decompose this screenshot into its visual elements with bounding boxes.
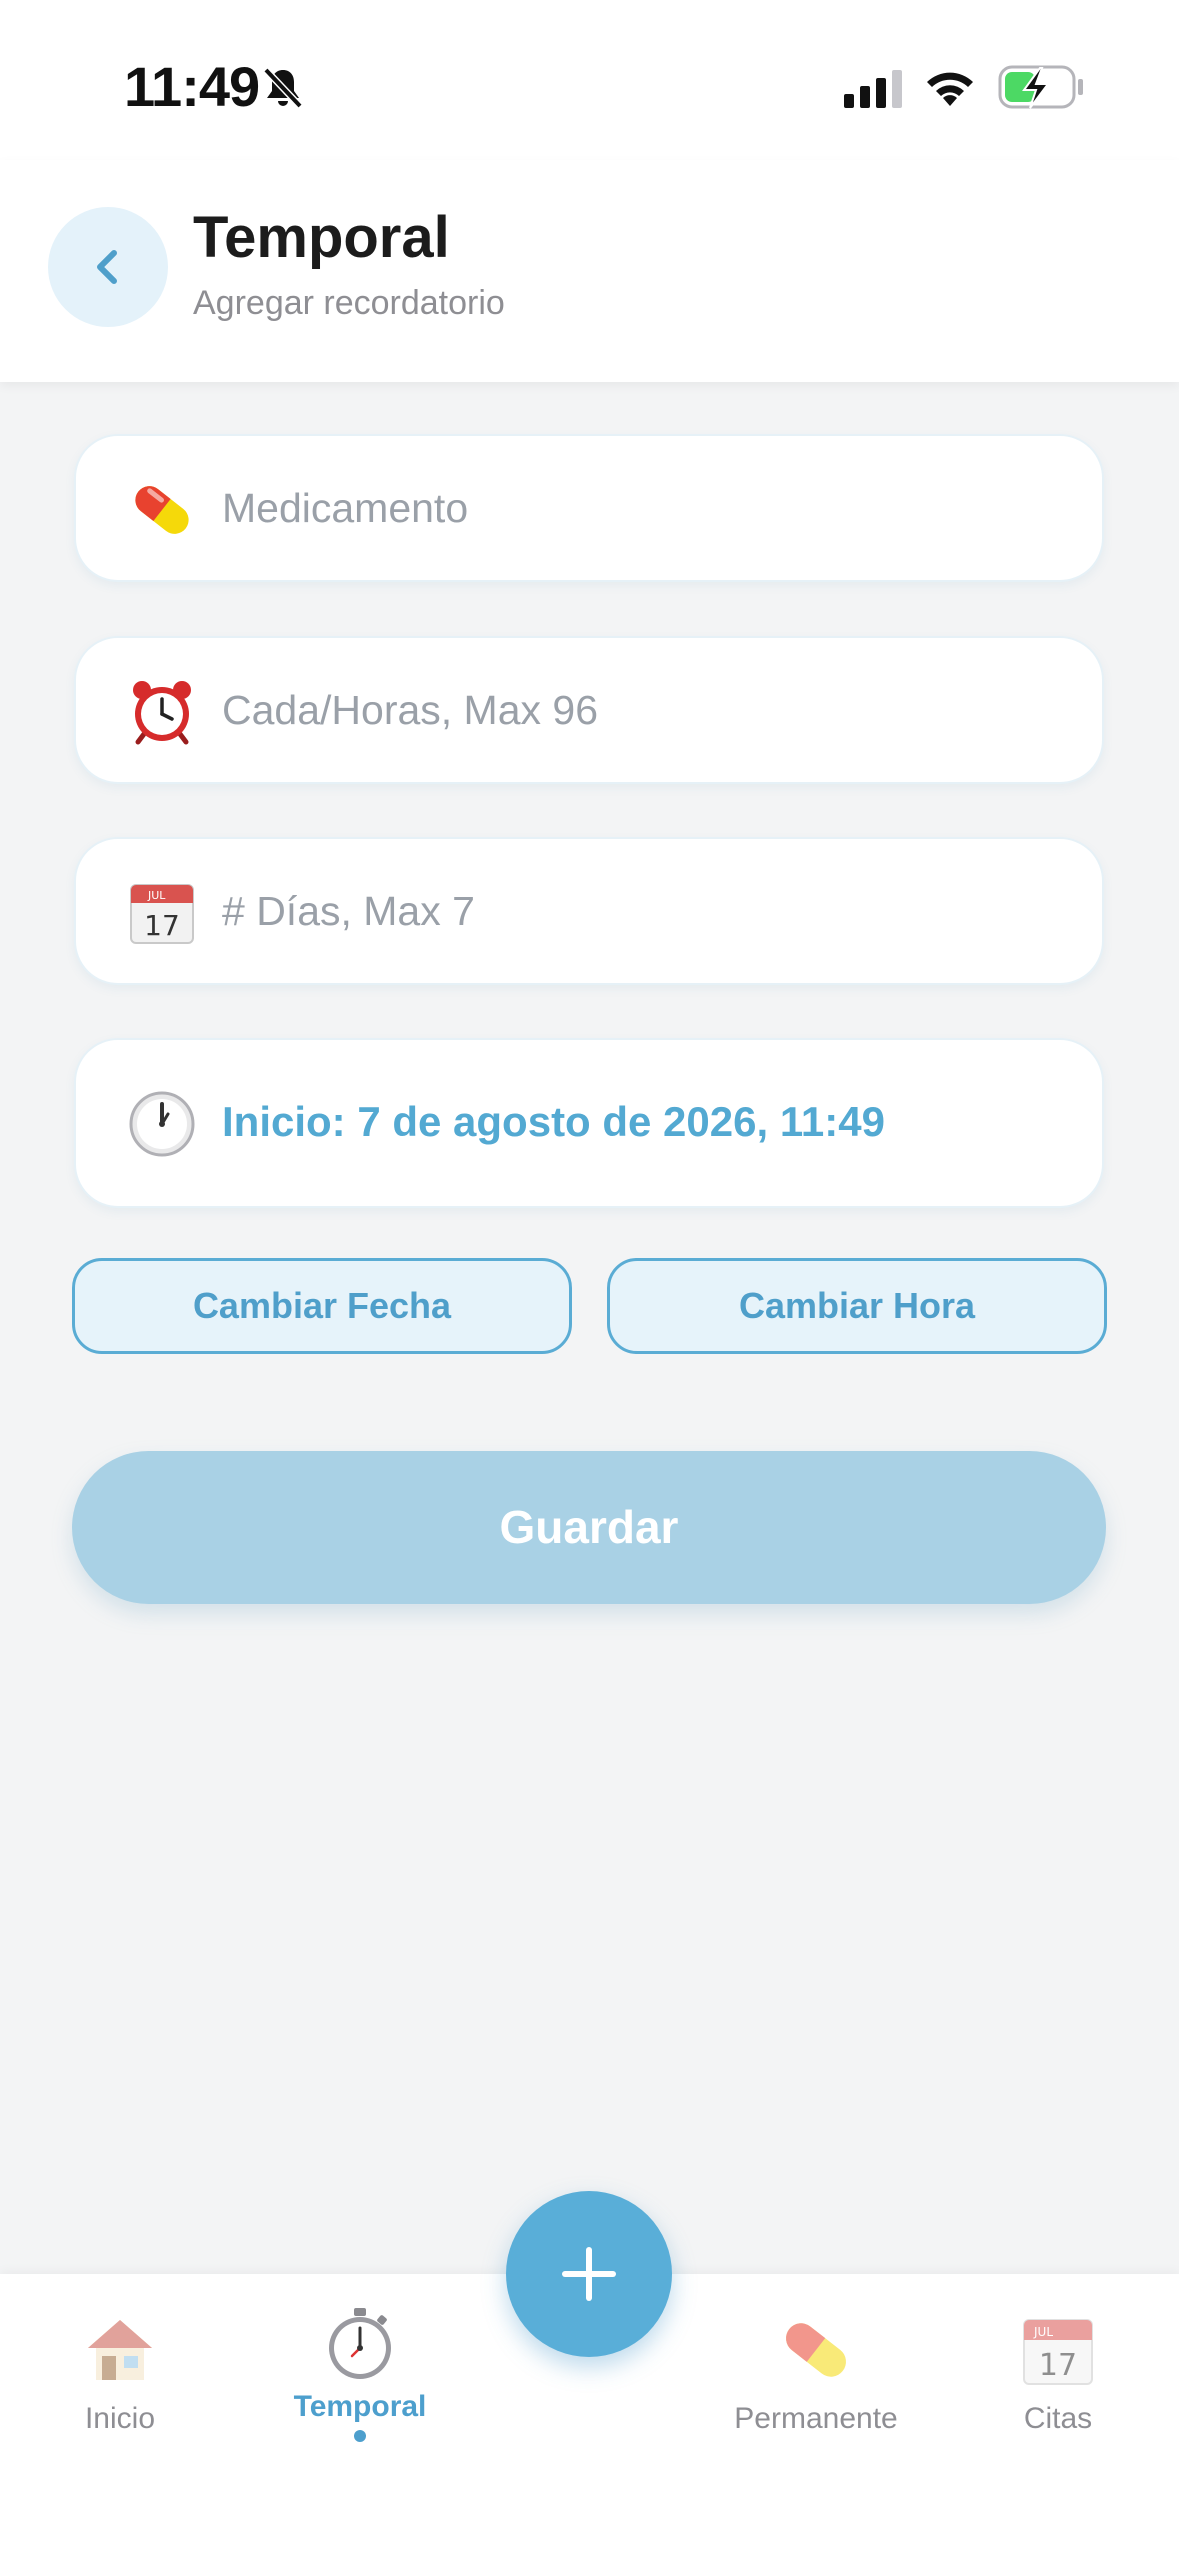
add-button[interactable] <box>506 2191 672 2357</box>
tab-temporal-label: Temporal <box>293 2390 427 2423</box>
tab-inicio-label: Inicio <box>84 2402 156 2435</box>
back-button[interactable] <box>48 207 168 327</box>
days-input[interactable] <box>222 839 1062 983</box>
page-subtitle: Agregar recordatorio <box>193 284 505 322</box>
save-button[interactable]: Guardar <box>72 1451 1106 1604</box>
header: Temporal Agregar recordatorio <box>0 160 1179 382</box>
start-date-field: Inicio: 7 de agosto de 2026, 11:49 <box>74 1038 1104 1208</box>
svg-text:JUL: JUL <box>147 889 166 902</box>
svg-text:17: 17 <box>1039 2348 1077 2383</box>
tab-citas[interactable]: JUL 17 Citas <box>958 2312 1158 2482</box>
calendar-icon: JUL 17 <box>130 884 194 944</box>
svg-text:JUL: JUL <box>1033 2325 1053 2339</box>
status-bar: 11:49 <box>0 0 1179 160</box>
tab-permanente[interactable]: Permanente <box>716 2312 916 2482</box>
pill-icon <box>786 2323 846 2377</box>
active-tab-indicator <box>354 2430 366 2442</box>
battery-charging-icon <box>998 65 1083 109</box>
start-date-text: Inicio: 7 de agosto de 2026, 11:49 <box>222 1098 885 1145</box>
tab-temporal[interactable]: Temporal <box>260 2308 460 2482</box>
bell-slash-icon <box>263 67 303 109</box>
interval-hours-field[interactable] <box>74 636 1104 784</box>
alarm-clock-icon <box>133 681 191 745</box>
change-date-button[interactable]: Cambiar Fecha <box>72 1258 572 1354</box>
calendar-icon: JUL 17 <box>1023 2319 1093 2385</box>
interval-hours-input[interactable] <box>222 638 1062 782</box>
cellular-signal-icon <box>844 70 902 108</box>
change-time-button[interactable]: Cambiar Hora <box>607 1258 1107 1354</box>
medication-field[interactable] <box>74 434 1104 582</box>
clock-icon <box>129 1091 195 1157</box>
tab-citas-label: Citas <box>1023 2402 1093 2435</box>
pill-icon <box>135 486 189 534</box>
page-title: Temporal <box>193 205 450 270</box>
stopwatch-icon <box>329 2308 391 2379</box>
house-icon <box>88 2320 152 2380</box>
plus-icon <box>562 2247 616 2301</box>
status-time: 11:49 <box>124 55 260 118</box>
days-field[interactable]: JUL 17 <box>74 837 1104 985</box>
chevron-left-icon <box>97 250 117 284</box>
tab-permanente-label: Permanente <box>734 2402 898 2435</box>
tab-inicio[interactable]: Inicio <box>20 2312 220 2482</box>
wifi-icon <box>927 72 973 106</box>
svg-text:17: 17 <box>144 909 180 942</box>
medication-input[interactable] <box>222 436 1062 580</box>
